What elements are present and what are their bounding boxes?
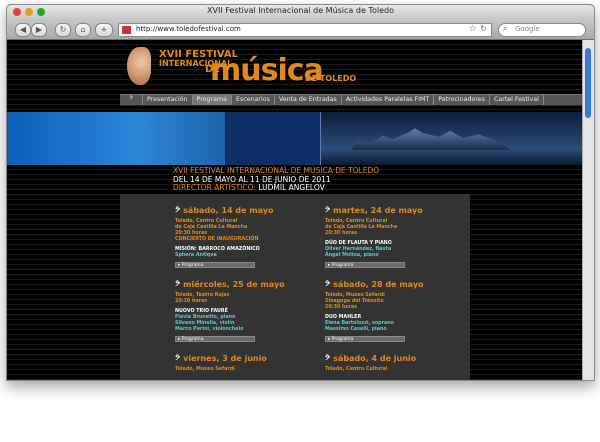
bass-clef-icon: 𝄢 xyxy=(175,354,181,363)
window-title: XVII Festival Internacional de Música de… xyxy=(207,6,394,15)
nav-presentacion[interactable]: Presentación xyxy=(143,95,193,105)
event-venue-line: Toledo, Museo Sefardí xyxy=(175,367,235,372)
back-button[interactable]: ◀ xyxy=(15,23,31,37)
search-input[interactable]: ⌕ Google xyxy=(498,23,586,37)
program-button-label: Programa xyxy=(181,337,204,342)
address-url: http://www.toledofestival.com xyxy=(136,25,241,33)
bass-clef-icon: 𝄢 xyxy=(325,354,331,363)
event-time: 20:30 horas xyxy=(325,231,358,236)
browser-window: XVII Festival Internacional de Música de… xyxy=(6,4,595,381)
event-venue-line: Toledo, Centro Cultural xyxy=(325,367,388,372)
reload-icon: ↻ xyxy=(59,25,67,34)
nav-actividades[interactable]: Actividades Paralelas FIMT xyxy=(342,95,435,105)
nav-programa[interactable]: Programa xyxy=(192,95,232,105)
program-button-label: Programa xyxy=(181,263,204,268)
back-arrow-icon: ◀ xyxy=(19,25,27,34)
site-favicon-icon xyxy=(122,26,131,34)
search-placeholder: Google xyxy=(515,25,540,33)
event-time: 20:30 horas xyxy=(175,299,208,304)
program-panel: 𝄢 sábado, 14 de mayo Toledo, Centro Cultu… xyxy=(120,194,470,380)
bass-clef-icon: 𝄢 xyxy=(325,206,331,215)
nav-patrocinadores[interactable]: Patrocinadores xyxy=(434,95,490,105)
heading-director: DIRECTOR ARTÍSTICO: LUDMIL ANGELOV xyxy=(173,183,379,193)
bass-clef-icon: 𝄢 xyxy=(175,280,181,289)
rss-icon[interactable]: ☆ xyxy=(469,24,477,34)
event-card: 𝄢 miércoles, 25 de mayo Toledo, Teatro Ro… xyxy=(175,280,325,342)
festival-heading: XVII FESTIVAL INTERNACIONAL DE MÚSICA DE… xyxy=(173,166,379,193)
banner-blue xyxy=(7,112,225,165)
event-date: sábado, 14 de mayo xyxy=(183,206,274,215)
forward-arrow-icon: ▶ xyxy=(35,25,43,34)
program-button[interactable]: ▸ Programa xyxy=(175,336,255,342)
home-button[interactable]: ⌂ xyxy=(75,23,91,37)
event-date: miércoles, 25 de mayo xyxy=(183,280,285,289)
program-button[interactable]: ▸ Programa xyxy=(175,262,255,268)
event-performer: Sphera Antiqva xyxy=(175,253,217,258)
event-card: 𝄢 sábado, 28 de mayo Toledo, Museo Sefard… xyxy=(325,280,475,342)
site-nav: 𝄢 Presentación Programa Escenarios Venta… xyxy=(120,94,583,106)
event-performer: Massimo Caselli, piano xyxy=(325,327,387,332)
nav-cartel[interactable]: Cartel Festival xyxy=(490,95,544,105)
event-date: sábado, 4 de junio xyxy=(333,354,417,363)
event-card: 𝄢 viernes, 3 de junio Toledo, Museo Sefar… xyxy=(175,354,325,373)
event-card: 𝄢 martes, 24 de mayo Toledo, Centro Cultu… xyxy=(325,206,475,268)
refresh-icon[interactable]: ↻ xyxy=(480,24,487,33)
program-button[interactable]: ▸ Programa xyxy=(325,262,405,268)
event-date: viernes, 3 de junio xyxy=(183,354,267,363)
vertical-scrollbar[interactable] xyxy=(582,40,594,380)
music-clef-icon[interactable]: 𝄢 xyxy=(120,95,143,105)
browser-toolbar: ◀ ▶ ↻ ⌂ + http://www.toledofestival.com … xyxy=(7,19,594,40)
director-name: LUDMIL ANGELOV xyxy=(258,183,325,192)
title-bar: XVII Festival Internacional de Música de… xyxy=(7,5,594,19)
event-card: 𝄢 sábado, 14 de mayo Toledo, Centro Cultu… xyxy=(175,206,325,268)
reload-button[interactable]: ↻ xyxy=(55,23,71,37)
page-viewport: XVII FESTIVAL INTERNACIONAL DE música DE… xyxy=(7,40,583,380)
logo-toledo: DE TOLEDO xyxy=(305,74,357,83)
event-note: CONCIERTO DE INAUGURACIÓN xyxy=(175,237,259,242)
program-column-right: 𝄢 martes, 24 de mayo Toledo, Centro Cultu… xyxy=(325,194,475,373)
forward-button[interactable]: ▶ xyxy=(31,23,47,37)
ear-logo-icon xyxy=(127,47,151,85)
banner-dark xyxy=(225,112,320,165)
address-bar[interactable]: http://www.toledofestival.com ☆ ↻ xyxy=(118,23,492,37)
skyline-silhouette xyxy=(351,128,511,150)
bass-clef-icon: 𝄢 xyxy=(325,280,331,289)
event-performer: Ángel Molina, piano xyxy=(325,253,379,258)
bass-clef-icon: 𝄢 xyxy=(175,206,181,215)
event-time: 20:30 horas xyxy=(325,305,358,310)
search-icon: ⌕ xyxy=(503,24,508,33)
nav-venta-entradas[interactable]: Venta de Entradas xyxy=(275,95,342,105)
event-date: sábado, 28 de mayo xyxy=(333,280,424,289)
add-bookmark-button[interactable]: + xyxy=(95,23,113,37)
toledo-skyline-image xyxy=(320,112,583,165)
scrollbar-thumb[interactable] xyxy=(585,48,591,118)
plus-icon: + xyxy=(100,25,108,34)
program-button-label: Programa xyxy=(331,337,354,342)
event-card: 𝄢 sábado, 4 de junio Toledo, Centro Cultu… xyxy=(325,354,475,373)
program-button[interactable]: ▸ Programa xyxy=(325,336,405,342)
home-icon: ⌂ xyxy=(80,25,86,34)
director-label: DIRECTOR ARTÍSTICO: xyxy=(173,183,259,192)
nav-escenarios[interactable]: Escenarios xyxy=(232,95,275,105)
program-button-label: Programa xyxy=(331,263,354,268)
program-column-left: 𝄢 sábado, 14 de mayo Toledo, Centro Cultu… xyxy=(175,194,325,373)
event-performer: Marco Perini, violonchelo xyxy=(175,327,244,332)
event-date: martes, 24 de mayo xyxy=(333,206,423,215)
